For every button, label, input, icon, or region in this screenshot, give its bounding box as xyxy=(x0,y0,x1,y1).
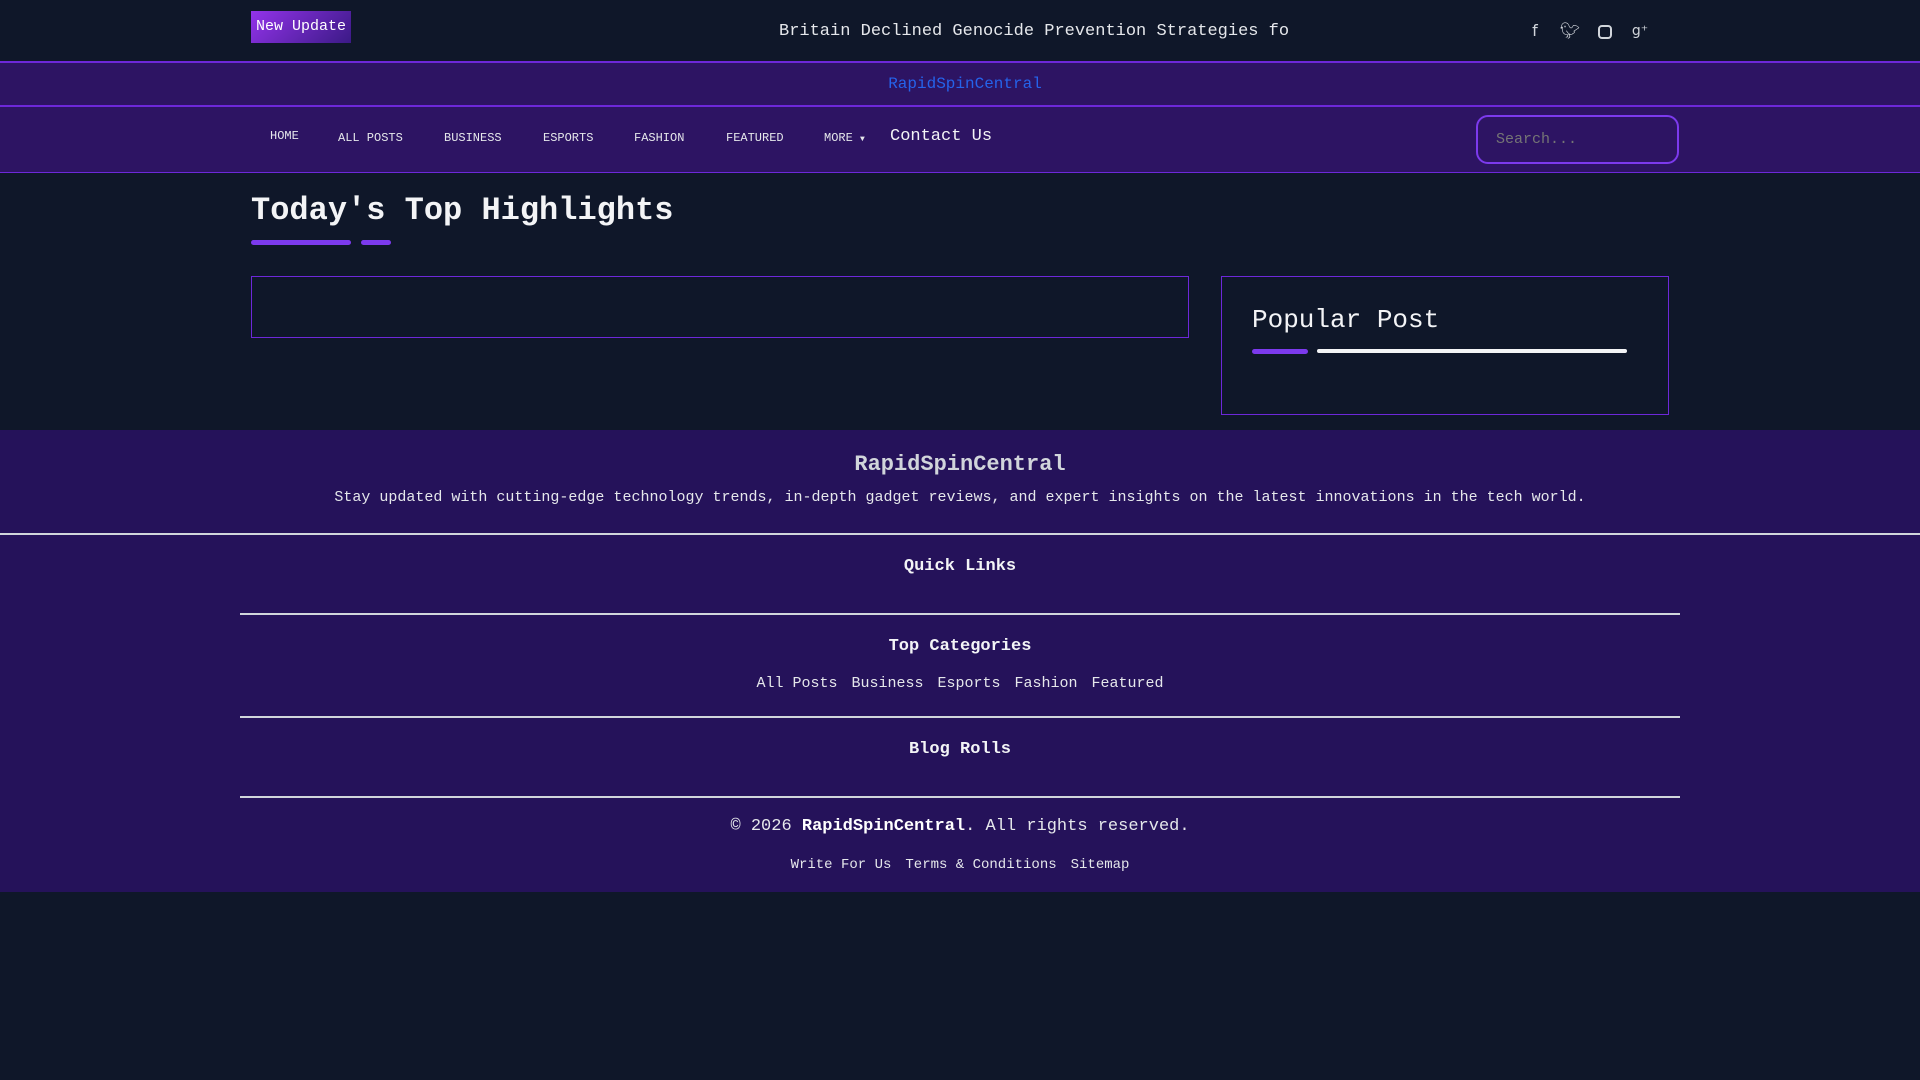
search-input[interactable] xyxy=(1476,115,1679,164)
copyright-brand: RapidSpinCentral xyxy=(801,817,966,836)
nav-all-posts[interactable]: ALL POSTS xyxy=(338,131,403,145)
divider xyxy=(240,716,1680,718)
divider xyxy=(240,796,1680,798)
new-update-badge: New Update xyxy=(251,11,351,43)
nav-more-dropdown[interactable]: MORE ▼ xyxy=(824,131,865,145)
divider xyxy=(240,613,1680,615)
google-plus-icon[interactable]: g⁺ xyxy=(1628,19,1652,43)
copyright-suffix: . All rights reserved. xyxy=(965,817,1190,836)
nav-esports[interactable]: ESPORTS xyxy=(543,131,593,145)
footer-brand: RapidSpinCentral xyxy=(854,452,1066,477)
category-links: All Posts Business Esports Fashion Featured xyxy=(0,674,1920,692)
category-link[interactable]: Featured xyxy=(1092,675,1164,692)
heading-divider xyxy=(1317,349,1627,353)
footer-links: Write For Us Terms & Conditions Sitemap xyxy=(0,857,1920,873)
category-link[interactable]: Esports xyxy=(937,675,1000,692)
nav-home[interactable]: HOME xyxy=(270,129,299,143)
sitemap-link[interactable]: Sitemap xyxy=(1071,857,1130,873)
divider xyxy=(0,533,1920,535)
nav-more-label: MORE xyxy=(824,131,853,145)
quick-links-heading: Quick Links xyxy=(903,557,1017,576)
popular-post-panel: Popular Post xyxy=(1221,276,1669,415)
title-underline xyxy=(251,240,351,245)
news-ticker[interactable]: Britain Declined Genocide Prevention Str… xyxy=(779,22,1291,41)
copyright-prefix: © 2026 xyxy=(730,817,802,836)
heading-underline xyxy=(1252,349,1308,354)
blog-rolls-heading: Blog Rolls xyxy=(908,740,1012,759)
popular-post-heading: Popular Post xyxy=(1252,305,1440,335)
top-categories-heading: Top Categories xyxy=(888,637,1032,656)
caret-down-icon: ▼ xyxy=(860,135,865,144)
category-link[interactable]: Fashion xyxy=(1015,675,1078,692)
nav-contact-us[interactable]: Contact Us xyxy=(890,127,992,146)
nav-fashion[interactable]: FASHION xyxy=(634,131,684,145)
top-bar: New Update Britain Declined Genocide Pre… xyxy=(0,0,1920,63)
site-brand-link[interactable]: RapidSpinCentral xyxy=(888,75,1042,93)
category-link[interactable]: Business xyxy=(851,675,923,692)
instagram-icon[interactable] xyxy=(1593,19,1617,43)
twitter-icon[interactable]: 🐦︎ xyxy=(1558,19,1582,43)
main-nav: HOME ALL POSTS BUSINESS ESPORTS FASHION … xyxy=(0,107,1920,173)
page-title: Today's Top Highlights xyxy=(251,192,674,229)
highlights-panel xyxy=(251,276,1189,338)
copyright: © 2026 RapidSpinCentral. All rights rese… xyxy=(0,817,1920,836)
nav-featured[interactable]: FEATURED xyxy=(726,131,784,145)
terms-link[interactable]: Terms & Conditions xyxy=(905,857,1056,873)
brand-bar: RapidSpinCentral xyxy=(0,63,1920,107)
category-link[interactable]: All Posts xyxy=(756,675,837,692)
title-underline-accent xyxy=(361,240,391,245)
write-for-us-link[interactable]: Write For Us xyxy=(791,857,892,873)
facebook-icon[interactable]: f xyxy=(1523,19,1547,43)
footer-description: Stay updated with cutting-edge technolog… xyxy=(334,489,1586,506)
footer: RapidSpinCentral Stay updated with cutti… xyxy=(0,430,1920,892)
nav-business[interactable]: BUSINESS xyxy=(444,131,502,145)
